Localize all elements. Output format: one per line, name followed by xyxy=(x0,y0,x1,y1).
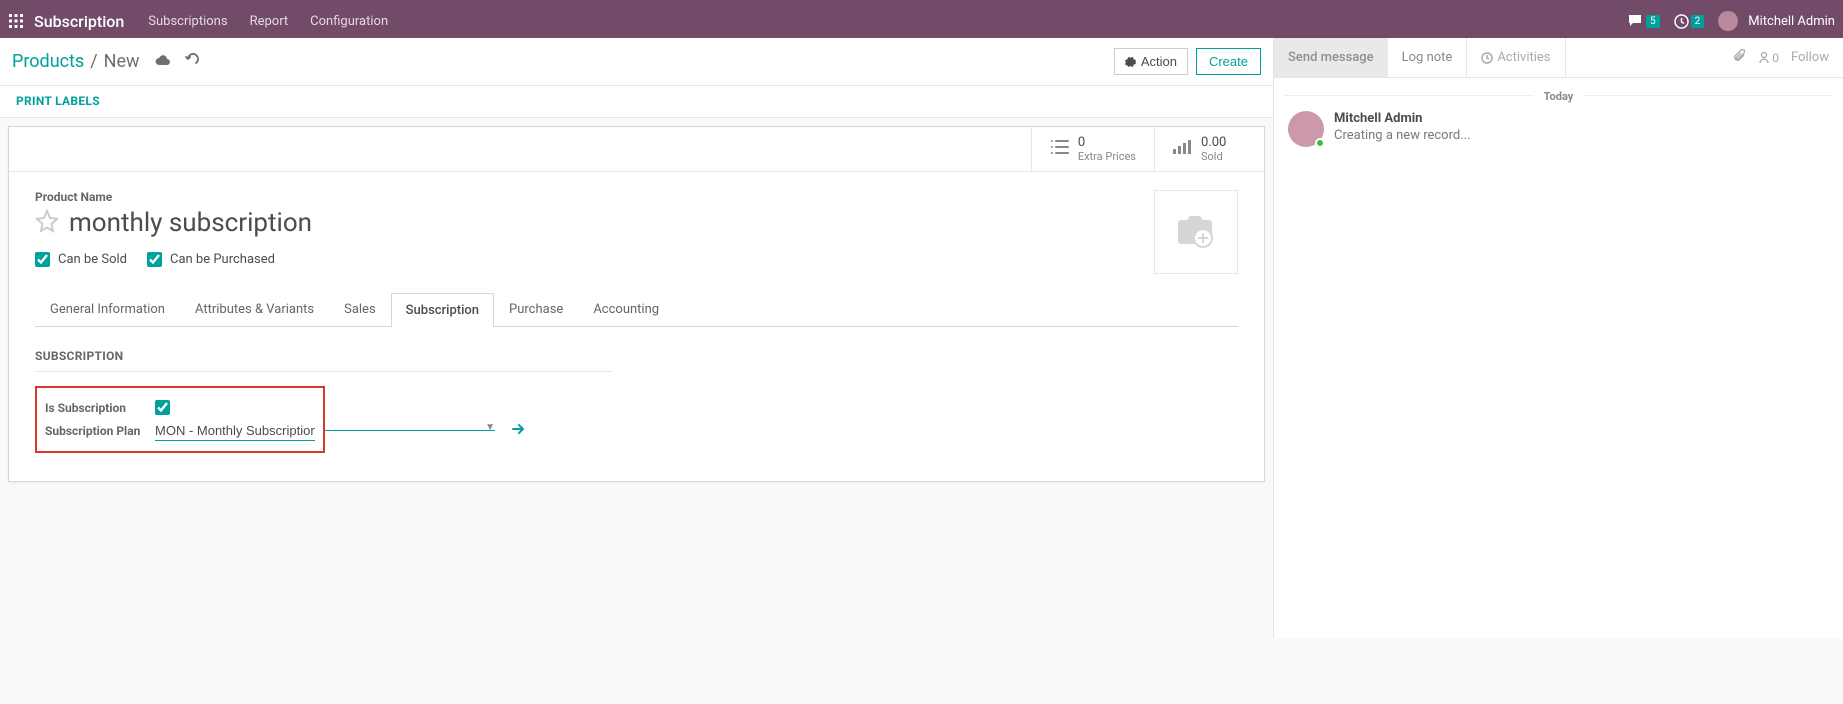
gear-icon xyxy=(1125,56,1137,68)
activities-badge: 2 xyxy=(1691,15,1705,28)
dropdown-caret-icon[interactable]: ▼ xyxy=(485,422,495,433)
message-avatar xyxy=(1288,111,1324,147)
stat-extra-prices-value: 0 xyxy=(1078,135,1136,150)
subscription-plan-input[interactable] xyxy=(155,421,315,441)
is-subscription-label: Is Subscription xyxy=(45,401,155,415)
chatter: Send message Log note Activities 0 Follo… xyxy=(1273,38,1843,638)
subscription-section-title: SUBSCRIPTION xyxy=(35,349,1238,363)
chatter-message: Mitchell Admin Creating a new record... xyxy=(1274,111,1843,147)
messaging-badge: 5 xyxy=(1646,15,1660,28)
activities-button[interactable]: Activities xyxy=(1466,38,1565,77)
control-panel: Products / New Action Create xyxy=(0,38,1273,86)
log-note-button[interactable]: Log note xyxy=(1388,38,1467,77)
chatter-date-divider: Today xyxy=(1274,78,1843,111)
favorite-star-icon[interactable] xyxy=(35,209,59,237)
tab-sales[interactable]: Sales xyxy=(329,292,391,326)
can-be-sold-checkbox[interactable]: Can be Sold xyxy=(35,252,127,267)
print-labels-button[interactable]: PRINT LABELS xyxy=(16,94,100,108)
user-menu[interactable]: Mitchell Admin xyxy=(1718,11,1835,31)
apps-icon[interactable] xyxy=(8,13,24,29)
list-icon xyxy=(1050,139,1070,159)
breadcrumb-root[interactable]: Products xyxy=(12,51,84,72)
message-author: Mitchell Admin xyxy=(1334,111,1471,126)
subscription-highlight-box: Is Subscription Subscription Plan xyxy=(35,386,325,453)
action-button[interactable]: Action xyxy=(1114,48,1188,75)
product-name-input[interactable]: monthly subscription xyxy=(69,208,312,238)
stat-extra-prices[interactable]: 0 Extra Prices xyxy=(1031,127,1154,171)
breadcrumb-sep: / xyxy=(90,51,97,72)
avatar-icon xyxy=(1718,11,1738,31)
is-subscription-checkbox[interactable] xyxy=(155,400,170,415)
external-link-icon[interactable] xyxy=(511,423,525,439)
stat-sold-label: Sold xyxy=(1201,150,1226,163)
user-name: Mitchell Admin xyxy=(1748,14,1835,29)
cloud-save-icon[interactable] xyxy=(154,51,171,72)
discard-icon[interactable] xyxy=(185,51,200,72)
brand[interactable]: Subscription xyxy=(34,12,124,31)
tab-purchase[interactable]: Purchase xyxy=(494,292,578,326)
stat-sold[interactable]: 0.00 Sold xyxy=(1154,127,1264,171)
follow-button[interactable]: Follow xyxy=(1791,50,1829,65)
clock-icon xyxy=(1481,52,1493,64)
followers[interactable]: 0 xyxy=(1758,51,1779,65)
section-divider xyxy=(35,371,612,372)
tab-subscription[interactable]: Subscription xyxy=(391,293,494,327)
activities-icon[interactable]: 2 xyxy=(1674,14,1705,29)
breadcrumb-current: New xyxy=(104,51,140,72)
stat-extra-prices-label: Extra Prices xyxy=(1078,150,1136,163)
person-icon xyxy=(1758,51,1770,64)
top-navbar: Subscription Subscriptions Report Config… xyxy=(0,4,1843,38)
nav-report[interactable]: Report xyxy=(250,14,289,29)
subscription-plan-label: Subscription Plan xyxy=(45,424,155,438)
stat-sold-value: 0.00 xyxy=(1201,135,1226,150)
tabs: General Information Attributes & Variant… xyxy=(35,292,1238,327)
online-status-icon xyxy=(1315,138,1325,148)
product-image-upload[interactable] xyxy=(1154,190,1238,274)
can-be-purchased-checkbox[interactable]: Can be Purchased xyxy=(147,252,275,267)
nav-configuration[interactable]: Configuration xyxy=(310,14,388,29)
send-message-button[interactable]: Send message xyxy=(1274,38,1388,77)
bars-icon xyxy=(1173,139,1193,159)
message-body: Creating a new record... xyxy=(1334,128,1471,143)
breadcrumb: Products / New xyxy=(12,51,200,72)
create-button[interactable]: Create xyxy=(1196,48,1261,75)
nav-subscriptions[interactable]: Subscriptions xyxy=(148,14,227,29)
camera-plus-icon xyxy=(1173,212,1219,252)
attachment-icon[interactable] xyxy=(1732,49,1746,67)
toolbar: PRINT LABELS xyxy=(0,86,1273,118)
form-sheet: 0 Extra Prices 0.00 Sold xyxy=(8,126,1265,482)
product-name-label: Product Name xyxy=(35,190,312,204)
messaging-icon[interactable]: 5 xyxy=(1628,14,1660,28)
tab-general-information[interactable]: General Information xyxy=(35,292,180,326)
tab-accounting[interactable]: Accounting xyxy=(578,292,674,326)
tab-attributes-variants[interactable]: Attributes & Variants xyxy=(180,292,329,326)
